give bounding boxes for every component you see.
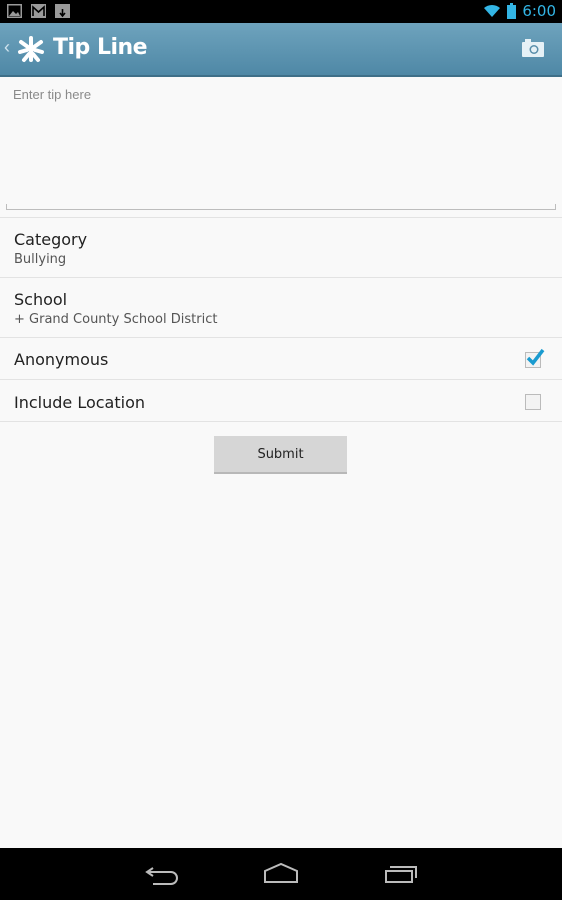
battery-icon [507, 3, 517, 19]
status-bar: 6:00 [0, 0, 562, 23]
anonymous-label: Anonymous [14, 350, 109, 369]
page-title: Tip Line [53, 35, 148, 60]
recent-apps-icon[interactable] [381, 862, 421, 886]
category-value: Bullying [14, 252, 67, 267]
category-label: Category [14, 230, 88, 249]
include-location-checkbox[interactable] [525, 394, 541, 410]
clock: 6:00 [522, 2, 556, 20]
school-value: + Grand County School District [14, 312, 218, 327]
camera-icon[interactable] [522, 39, 544, 57]
gmail-icon [31, 4, 46, 18]
include-location-row[interactable]: Include Location [0, 379, 562, 422]
submit-button[interactable]: Submit [214, 436, 347, 474]
checkmark-icon [526, 348, 545, 366]
gallery-icon [7, 4, 22, 18]
anonymous-row[interactable]: Anonymous [0, 337, 562, 380]
back-chevron-icon[interactable]: ‹ [4, 37, 10, 58]
tip-input[interactable] [6, 77, 556, 209]
back-icon[interactable] [143, 862, 183, 886]
include-location-label: Include Location [14, 393, 145, 412]
app-logo-icon[interactable] [16, 34, 46, 64]
divider [0, 421, 562, 422]
download-icon [55, 3, 70, 18]
navigation-bar [0, 848, 562, 900]
wifi-icon [484, 4, 501, 17]
school-label: School [14, 290, 68, 309]
tip-input-container [6, 77, 556, 210]
home-icon[interactable] [261, 862, 301, 886]
action-bar: ‹ Tip Line [0, 23, 562, 77]
anonymous-checkbox[interactable] [525, 348, 545, 368]
category-row[interactable]: Category Bullying [0, 217, 562, 278]
school-row[interactable]: School + Grand County School District [0, 277, 562, 338]
